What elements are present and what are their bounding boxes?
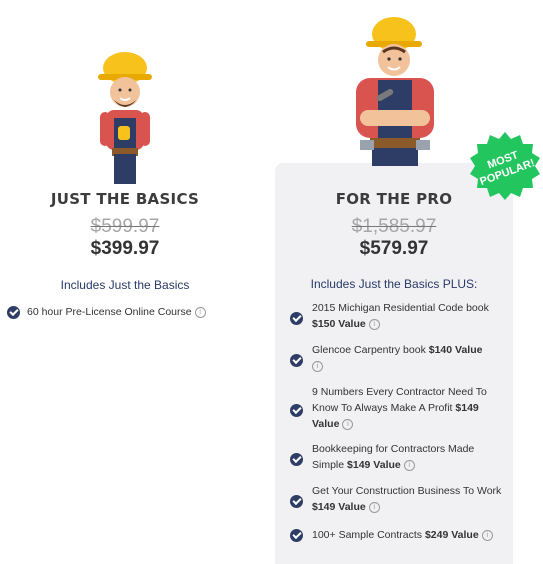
- check-circle-icon: [7, 306, 20, 319]
- old-price: $1,585.97: [351, 216, 437, 237]
- feature-value: $149 Value: [312, 501, 366, 513]
- check-circle-icon: [290, 495, 303, 508]
- info-icon[interactable]: i: [194, 307, 206, 318]
- worker-basics-illustration: [98, 52, 152, 184]
- current-price: $399.97: [90, 238, 160, 259]
- feature-item: 100+ Sample Contracts $249 Value i: [312, 527, 512, 543]
- feature-text: 2015 Michigan Residential Code book: [312, 302, 489, 314]
- info-icon[interactable]: i: [481, 530, 493, 541]
- check-circle-icon: [290, 404, 303, 417]
- info-icon[interactable]: i: [368, 502, 380, 513]
- feature-item: Get Your Construction Business To Work $…: [312, 483, 502, 515]
- info-icon[interactable]: i: [368, 319, 380, 330]
- check-circle-icon: [290, 354, 303, 367]
- check-circle-icon: [290, 529, 303, 542]
- feature-item: 2015 Michigan Residential Code book $150…: [312, 300, 502, 332]
- feature-text: 100+ Sample Contracts: [312, 529, 423, 541]
- plan-title: JUST THE BASICS: [50, 190, 200, 208]
- feature-item: 9 Numbers Every Contractor Need To Know …: [312, 384, 502, 432]
- info-icon[interactable]: i: [312, 361, 323, 372]
- plan-title: FOR THE PRO: [335, 190, 453, 208]
- feature-item: 60 hour Pre-License Online Course i: [27, 304, 242, 320]
- feature-value: $149 Value: [347, 459, 401, 471]
- includes-heading: Includes Just the Basics: [60, 278, 190, 292]
- feature-item: Bookkeeping for Contractors Made Simple …: [312, 441, 502, 473]
- old-price: $599.97: [90, 216, 160, 237]
- check-circle-icon: [290, 312, 303, 325]
- feature-item: Glencoe Carpentry book $140 Value i: [312, 342, 502, 374]
- info-icon[interactable]: i: [342, 419, 354, 430]
- current-price: $579.97: [359, 238, 429, 259]
- feature-text: Glencoe Carpentry book: [312, 344, 426, 356]
- info-icon[interactable]: i: [403, 460, 415, 471]
- feature-text: 60 hour Pre-License Online Course: [27, 306, 192, 318]
- check-circle-icon: [290, 453, 303, 466]
- feature-value: $140 Value: [428, 344, 483, 356]
- feature-text: Get Your Construction Business To Work: [312, 485, 502, 497]
- feature-value: $249 Value: [424, 529, 479, 541]
- includes-heading: Includes Just the Basics PLUS:: [310, 277, 478, 291]
- worker-pro-illustration: [356, 17, 434, 166]
- feature-value: $150 Value: [312, 318, 366, 330]
